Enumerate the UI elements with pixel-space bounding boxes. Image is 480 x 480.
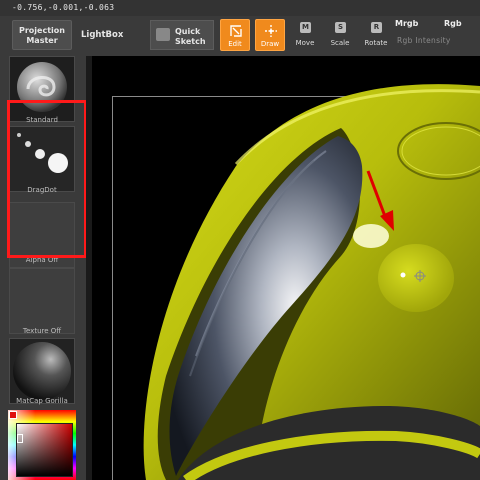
- rotate-icon: R: [371, 22, 382, 33]
- matcap-sphere-icon: [13, 342, 71, 400]
- scale-icon: S: [335, 22, 346, 33]
- scale-label: Scale: [330, 39, 350, 47]
- saturation-value-square[interactable]: [16, 423, 73, 477]
- rotate-label: Rotate: [364, 39, 388, 47]
- top-toolbar: Projection Master LightBox Quick Sketch …: [0, 16, 480, 56]
- color-cursor[interactable]: [17, 434, 23, 443]
- main-color-swatch[interactable]: [9, 411, 17, 419]
- projection-master-button[interactable]: Projection Master: [12, 20, 72, 50]
- material-matcap-thumbnail[interactable]: [9, 338, 75, 404]
- mrgb-button[interactable]: Mrgb: [395, 19, 418, 28]
- move-button[interactable]: M Move: [291, 19, 319, 51]
- rotate-button[interactable]: R Rotate: [362, 19, 390, 51]
- rgb-intensity-label: Rgb Intensity: [397, 36, 451, 45]
- edit-label: Edit: [228, 40, 242, 48]
- move-icon: M: [300, 22, 311, 33]
- draw-button[interactable]: Draw: [255, 19, 285, 51]
- coordinates-readout: -0.756,-0.001,-0.063: [0, 0, 480, 16]
- viewport-scrollbar[interactable]: [86, 56, 92, 480]
- scale-button[interactable]: S Scale: [326, 19, 354, 51]
- edit-button[interactable]: Edit: [220, 19, 250, 51]
- color-picker[interactable]: [8, 410, 76, 480]
- quick-sketch-icon: [156, 28, 170, 41]
- texture-label: Texture Off: [22, 327, 62, 335]
- texture-thumbnail[interactable]: [9, 268, 75, 334]
- lightbox-button[interactable]: LightBox: [76, 20, 138, 50]
- quick-sketch-button[interactable]: Quick Sketch: [150, 20, 214, 50]
- sculpt-model: [143, 84, 480, 480]
- canvas-viewport[interactable]: [86, 56, 480, 480]
- quick-sketch-label: Quick Sketch: [175, 27, 206, 46]
- rgb-button[interactable]: Rgb: [444, 19, 462, 28]
- draw-label: Draw: [260, 40, 280, 48]
- draw-icon: [265, 25, 277, 37]
- edit-icon: [230, 25, 242, 37]
- material-label: MatCap Gorilla: [16, 397, 68, 405]
- highlight-box: [7, 100, 87, 258]
- move-label: Move: [295, 39, 315, 47]
